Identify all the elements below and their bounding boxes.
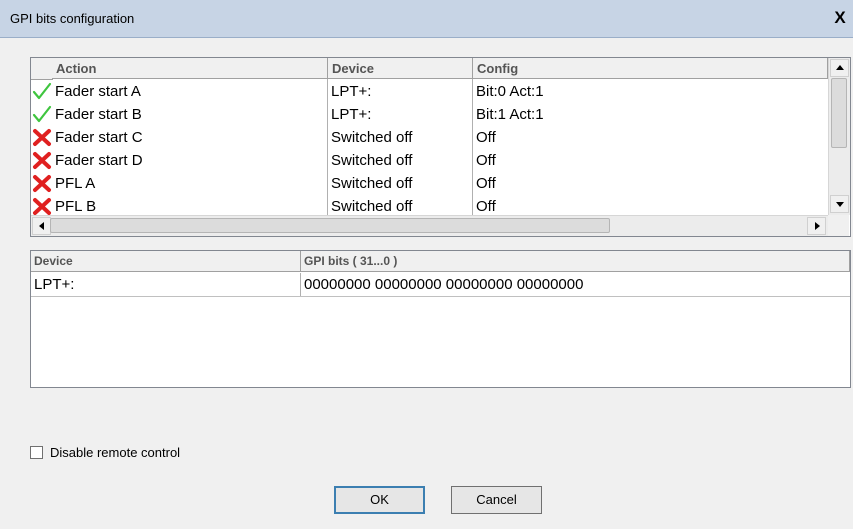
cross-icon [32,151,52,170]
disable-remote-control-label: Disable remote control [50,445,181,460]
device-cell: Switched off [331,152,413,169]
device-cell: Switched off [331,175,413,192]
vertical-scroll-thumb[interactable] [831,78,847,148]
scroll-left-button[interactable] [32,217,51,235]
close-button[interactable]: X [830,8,850,28]
horizontal-scroll-thumb[interactable] [50,218,610,233]
cross-icon [32,174,52,193]
scrollbar-corner [828,215,849,236]
scroll-down-button[interactable] [830,195,849,213]
device-cell: LPT+: [331,106,372,123]
table-row[interactable]: Fader start C Switched off Off [31,126,828,149]
table-row[interactable]: Fader start B LPT+: Bit:1 Act:1 [31,103,828,126]
action-cell: PFL A [55,175,96,192]
config-cell: Off [476,129,496,146]
action-cell: Fader start B [55,106,142,123]
cross-icon [32,128,52,147]
ok-button[interactable]: OK [334,486,425,514]
table-row[interactable]: Fader start A LPT+: Bit:0 Act:1 [31,80,828,103]
cancel-button[interactable]: Cancel [451,486,542,514]
column-header-device[interactable]: Device [31,251,301,272]
row-selector-header [31,58,53,80]
table-row[interactable]: Fader start D Switched off Off [31,149,828,172]
dialog-title: GPI bits configuration [10,11,135,26]
arrow-right-icon [815,222,820,230]
action-cell: Fader start D [55,152,143,169]
cross-icon [32,197,52,216]
arrow-up-icon [836,65,844,70]
check-icon [32,82,52,101]
device-cell: Switched off [331,129,413,146]
device-cell: LPT+: [331,83,372,100]
check-icon [32,105,52,124]
device-cell: LPT+: [31,273,301,296]
column-header-gpi-bits[interactable]: GPI bits ( 31...0 ) [301,251,850,272]
table-row[interactable]: LPT+: 00000000 00000000 00000000 0000000… [31,273,850,297]
vertical-scrollbar[interactable] [828,58,850,215]
column-header-action[interactable]: Action [52,58,328,79]
arrow-down-icon [836,202,844,207]
scroll-up-button[interactable] [830,59,849,77]
arrow-left-icon [39,222,44,230]
gpi-bits-cell: 00000000 00000000 00000000 00000000 [304,276,584,293]
gpi-bits-grid[interactable]: Device GPI bits ( 31...0 ) LPT+: 0000000… [30,250,851,388]
config-cell: Off [476,175,496,192]
column-header-device[interactable]: Device [328,58,473,79]
config-cell: Off [476,152,496,169]
horizontal-scrollbar[interactable] [31,215,828,236]
table-row[interactable]: PFL A Switched off Off [31,172,828,195]
scroll-right-button[interactable] [807,217,826,235]
title-bar: GPI bits configuration X [0,0,853,38]
disable-remote-control-checkbox[interactable] [30,446,43,459]
config-cell: Bit:1 Act:1 [476,106,544,123]
action-cell: Fader start A [55,83,141,100]
config-cell: Bit:0 Act:1 [476,83,544,100]
action-cell: Fader start C [55,129,143,146]
actions-grid[interactable]: Action Device Config Fader start A LPT+: B… [30,57,851,237]
column-header-config[interactable]: Config [473,58,828,79]
